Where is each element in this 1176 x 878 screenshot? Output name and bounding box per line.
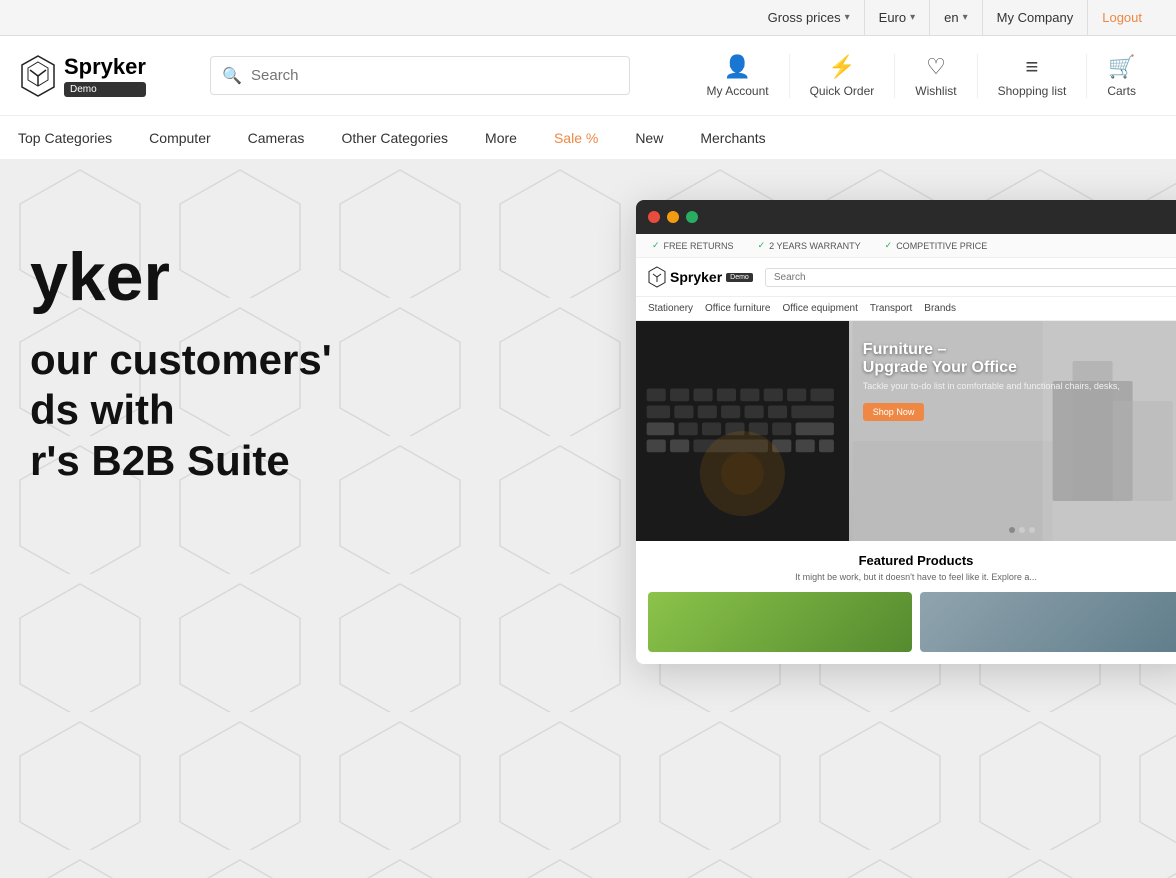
wishlist-icon: ♡ bbox=[926, 54, 946, 80]
inner-hero-content: Furniture –Upgrade Your Office Tackle yo… bbox=[849, 321, 1176, 441]
spryker-logo-icon bbox=[20, 54, 56, 98]
keyboard-image bbox=[636, 321, 849, 541]
language-selector[interactable]: en ▾ bbox=[930, 0, 983, 35]
inner-nav: Stationery Office furniture Office equip… bbox=[636, 297, 1176, 321]
product-item-1[interactable] bbox=[648, 592, 912, 652]
logout-button[interactable]: Logout bbox=[1088, 0, 1156, 35]
quick-order-label: Quick Order bbox=[810, 84, 875, 98]
featured-products-title: Featured Products bbox=[648, 553, 1176, 568]
nav-item-other-categories[interactable]: Other Categories bbox=[323, 116, 467, 159]
search-icon: 🔍 bbox=[222, 66, 242, 86]
logo-text: Spryker bbox=[64, 54, 146, 80]
inner-hero-left-image bbox=[636, 321, 849, 541]
hero-section: yker our customers' ds with r's B2B Suit… bbox=[0, 160, 1176, 878]
check-warranty: ✓ 2 YEARS WARRANTY bbox=[758, 240, 861, 251]
shopping-list-button[interactable]: ≡ Shopping list bbox=[978, 54, 1088, 98]
shopping-list-icon: ≡ bbox=[1026, 54, 1039, 80]
wishlist-button[interactable]: ♡ Wishlist bbox=[895, 54, 977, 98]
inner-nav-brands[interactable]: Brands bbox=[924, 303, 956, 314]
search-bar: 🔍 bbox=[210, 56, 630, 95]
browser-minimize-dot bbox=[667, 211, 679, 223]
search-input[interactable] bbox=[210, 56, 630, 95]
inner-logo: Spryker Demo bbox=[648, 266, 753, 288]
checkmark-icon: ✓ bbox=[652, 240, 660, 251]
check-returns: ✓ FREE RETURNS bbox=[652, 240, 734, 251]
nav-item-top-categories[interactable]: Top Categories bbox=[0, 116, 131, 159]
inner-nav-office-equipment[interactable]: Office equipment bbox=[782, 303, 857, 314]
nav-item-computer[interactable]: Computer bbox=[131, 116, 229, 159]
shopping-list-label: Shopping list bbox=[998, 84, 1067, 98]
checkmark-icon: ✓ bbox=[885, 240, 893, 251]
product-image-1 bbox=[648, 592, 912, 652]
quick-order-icon: ⚡ bbox=[828, 54, 855, 80]
browser-maximize-dot bbox=[686, 211, 698, 223]
quick-order-button[interactable]: ⚡ Quick Order bbox=[790, 54, 896, 98]
carts-icon: 🛒 bbox=[1108, 54, 1135, 80]
carousel-dot-1 bbox=[1009, 527, 1015, 533]
inner-nav-stationery[interactable]: Stationery bbox=[648, 303, 693, 314]
hero-text: yker our customers' ds with r's B2B Suit… bbox=[0, 240, 640, 486]
carousel-dot-3 bbox=[1029, 527, 1035, 533]
inner-hero-subtitle: Tackle your to-do list in comfortable an… bbox=[863, 381, 1176, 391]
nav-item-new[interactable]: New bbox=[617, 116, 682, 159]
product-item-2[interactable] bbox=[920, 592, 1176, 652]
inner-hero-title: Furniture –Upgrade Your Office bbox=[863, 341, 1176, 377]
company-selector[interactable]: My Company bbox=[983, 0, 1089, 35]
logo[interactable]: Spryker Demo bbox=[20, 54, 180, 98]
hero-title-line1: yker bbox=[30, 240, 640, 315]
chevron-down-icon: ▾ bbox=[910, 12, 915, 23]
inner-hero: Furniture –Upgrade Your Office Tackle yo… bbox=[636, 321, 1176, 541]
checkmark-icon: ✓ bbox=[758, 240, 766, 251]
carts-button[interactable]: 🛒 Carts bbox=[1087, 54, 1156, 98]
my-account-label: My Account bbox=[707, 84, 769, 98]
gross-prices-selector[interactable]: Gross prices ▾ bbox=[754, 0, 865, 35]
nav-item-more[interactable]: More bbox=[467, 116, 536, 159]
inner-header: Spryker Demo bbox=[636, 258, 1176, 297]
featured-products-subtitle: It might be work, but it doesn't have to… bbox=[648, 572, 1176, 582]
featured-products-section: Featured Products It might be work, but … bbox=[636, 541, 1176, 664]
featured-products-list bbox=[648, 592, 1176, 652]
chevron-down-icon: ▾ bbox=[963, 12, 968, 23]
inner-logo-badge: Demo bbox=[726, 273, 753, 282]
top-bar: Gross prices ▾ Euro ▾ en ▾ My Company Lo… bbox=[0, 0, 1176, 36]
nav-item-merchants[interactable]: Merchants bbox=[682, 116, 784, 159]
my-account-button[interactable]: 👤 My Account bbox=[687, 54, 790, 98]
product-image-2 bbox=[920, 592, 1176, 652]
checks-bar: ✓ FREE RETURNS ✓ 2 YEARS WARRANTY ✓ COMP… bbox=[636, 234, 1176, 258]
inner-nav-office-furniture[interactable]: Office furniture bbox=[705, 303, 770, 314]
nav-item-sale[interactable]: Sale % bbox=[536, 116, 617, 159]
browser-mockup: ✓ FREE RETURNS ✓ 2 YEARS WARRANTY ✓ COMP… bbox=[636, 200, 1176, 664]
carts-label: Carts bbox=[1107, 84, 1136, 98]
carousel-dots bbox=[1009, 527, 1035, 533]
account-icon: 👤 bbox=[724, 54, 751, 80]
inner-hero-right: Furniture –Upgrade Your Office Tackle yo… bbox=[849, 321, 1176, 541]
inner-logo-icon bbox=[648, 266, 666, 288]
inner-nav-transport[interactable]: Transport bbox=[870, 303, 912, 314]
browser-titlebar bbox=[636, 200, 1176, 234]
check-price: ✓ COMPETITIVE PRICE bbox=[885, 240, 988, 251]
shop-now-button[interactable]: Shop Now bbox=[863, 403, 925, 421]
header: Spryker Demo 🔍 👤 My Account ⚡ Quick Orde… bbox=[0, 36, 1176, 116]
hero-subtitle: our customers' ds with r's B2B Suite bbox=[30, 335, 640, 486]
nav-item-cameras[interactable]: Cameras bbox=[230, 116, 324, 159]
main-nav: Top Categories Computer Cameras Other Ca… bbox=[0, 116, 1176, 160]
wishlist-label: Wishlist bbox=[915, 84, 956, 98]
inner-logo-text: Spryker bbox=[670, 269, 722, 285]
browser-close-dot bbox=[648, 211, 660, 223]
inner-search-input[interactable] bbox=[765, 268, 1176, 287]
header-actions: 👤 My Account ⚡ Quick Order ♡ Wishlist ≡ … bbox=[687, 54, 1156, 98]
carousel-dot-2 bbox=[1019, 527, 1025, 533]
currency-selector[interactable]: Euro ▾ bbox=[865, 0, 931, 35]
logo-badge: Demo bbox=[64, 82, 146, 97]
chevron-down-icon: ▾ bbox=[845, 12, 850, 23]
